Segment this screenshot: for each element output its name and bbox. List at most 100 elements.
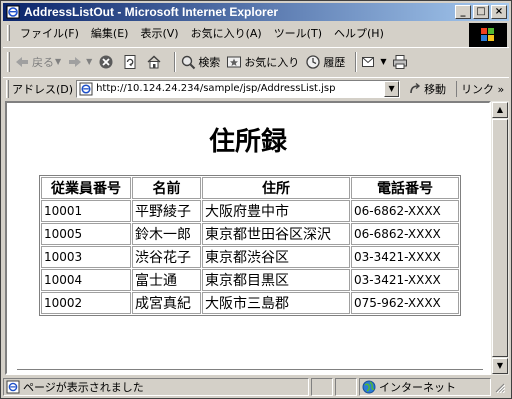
vertical-scrollbar[interactable]: ▲ ▼ [491, 101, 509, 375]
cell-phone: 06-6862-XXXX [351, 200, 459, 222]
forward-button[interactable]: ▼ [67, 54, 92, 70]
home-button[interactable] [146, 54, 164, 70]
scroll-down-button[interactable]: ▼ [492, 358, 508, 374]
menu-edit[interactable]: 編集(E) [85, 25, 135, 41]
page-title: 住所録 [208, 127, 287, 157]
print-button[interactable] [392, 54, 410, 70]
stop-button[interactable] [98, 54, 116, 70]
scroll-thumb[interactable] [492, 119, 508, 357]
links-button[interactable]: リンク » [456, 80, 504, 97]
ie-page-icon [6, 5, 20, 19]
table-header-row: 従業員番号 名前 住所 電話番号 [41, 177, 459, 199]
cell-phone: 06-6862-XXXX [351, 223, 459, 245]
refresh-icon [124, 54, 136, 69]
address-label: アドレス(D) [12, 82, 74, 96]
cell-employee-number: 10004 [41, 269, 131, 291]
go-label: 移動 [424, 82, 447, 96]
window-title: AddressListOut - Microsoft Internet Expl… [24, 5, 279, 19]
address-dropdown-icon[interactable]: ▼ [384, 80, 400, 97]
cell-name: 成宮真紀 [132, 292, 201, 314]
menu-file[interactable]: ファイル(F) [14, 25, 85, 41]
address-table: 従業員番号 名前 住所 電話番号 10001 平野綾子 大阪府豊中市 06-68… [39, 175, 461, 316]
search-label: 検索 [198, 55, 221, 69]
table-row: 10002 成宮真紀 大阪市三島郡 075-962-XXXX [41, 292, 459, 314]
status-bar: ページが表示されました インターネット [3, 377, 509, 397]
favorites-icon [227, 56, 242, 67]
go-button[interactable]: 移動 [408, 81, 446, 97]
back-label: 戻る [32, 55, 54, 69]
table-row: 10001 平野綾子 大阪府豊中市 06-6862-XXXX [41, 200, 459, 222]
cell-phone: 075-962-XXXX [351, 292, 459, 314]
favorites-label: お気に入り [244, 55, 300, 69]
horizontal-rule [17, 369, 483, 371]
status-pane-empty [335, 378, 357, 396]
header-name: 名前 [132, 177, 201, 199]
back-button[interactable]: 戻る ▼ [14, 54, 61, 70]
cell-employee-number: 10005 [41, 223, 131, 245]
toolbar-separator-2 [355, 51, 358, 72]
security-zone-label: インターネット [379, 381, 456, 394]
windows-flag-icon [481, 28, 494, 41]
windows-logo [469, 23, 507, 47]
forward-arrow-icon [69, 56, 82, 67]
minimize-button[interactable]: _ [455, 5, 471, 19]
history-button[interactable]: 履歴 [305, 54, 345, 70]
header-phone: 電話番号 [351, 177, 459, 199]
page-content: 住所録 従業員番号 名前 住所 電話番号 10001 平野綾子 大阪府豊中市 0… [5, 101, 491, 375]
cell-name: 富士通 [132, 269, 201, 291]
history-icon [306, 54, 320, 69]
status-message-pane: ページが表示されました [3, 378, 309, 396]
cell-name: 鈴木一郎 [132, 223, 201, 245]
mail-dropdown-icon[interactable]: ▼ [380, 57, 386, 66]
cell-address: 東京都渋谷区 [202, 246, 350, 268]
address-url: http://10.124.24.234/sample/jsp/AddressL… [96, 83, 336, 94]
menu-view[interactable]: 表示(V) [134, 25, 184, 41]
status-message: ページが表示されました [23, 381, 144, 394]
cell-address: 東京都目黒区 [202, 269, 350, 291]
status-pane-empty [311, 378, 333, 396]
menu-bar: ファイル(F) 編集(E) 表示(V) お気に入り(A) ツール(T) ヘルプ(… [3, 23, 467, 43]
cell-employee-number: 10002 [41, 292, 131, 314]
cell-address: 東京都世田谷区深沢 [202, 223, 350, 245]
menu-favorites[interactable]: お気に入り(A) [185, 25, 268, 41]
address-grip[interactable] [6, 79, 9, 98]
internet-globe-icon [362, 380, 376, 394]
menu-tools[interactable]: ツール(T) [268, 25, 328, 41]
search-icon [182, 55, 196, 69]
resize-grip-icon[interactable] [493, 381, 505, 393]
refresh-button[interactable] [122, 54, 140, 70]
header-employee-number: 従業員番号 [41, 177, 131, 199]
header-address: 住所 [202, 177, 350, 199]
cell-phone: 03-3421-XXXX [351, 246, 459, 268]
cell-phone: 03-3421-XXXX [351, 269, 459, 291]
favorites-button[interactable]: お気に入り [226, 54, 299, 70]
address-input[interactable]: http://10.124.24.234/sample/jsp/AddressL… [76, 79, 401, 98]
mail-button[interactable]: ▼ [361, 54, 386, 70]
maximize-button[interactable]: □ [473, 5, 489, 19]
stop-icon [99, 55, 113, 68]
cell-employee-number: 10003 [41, 246, 131, 268]
address-bar: アドレス(D) http://10.124.24.234/sample/jsp/… [3, 77, 509, 99]
back-dropdown-icon[interactable]: ▼ [55, 57, 61, 66]
page-favicon-icon [79, 82, 93, 95]
cell-employee-number: 10001 [41, 200, 131, 222]
security-zone-pane: インターネット [359, 378, 491, 396]
browser-window: AddressListOut - Microsoft Internet Expl… [0, 0, 512, 399]
table-row: 10004 富士通 東京都目黒区 03-3421-XXXX [41, 269, 459, 291]
menu-help[interactable]: ヘルプ(H) [328, 25, 390, 41]
cell-address: 大阪市三島郡 [202, 292, 350, 314]
toolbar-separator [174, 51, 177, 72]
scroll-up-button[interactable]: ▲ [492, 102, 508, 118]
cell-name: 平野綾子 [132, 200, 201, 222]
cell-name: 渋谷花子 [132, 246, 201, 268]
table-row: 10005 鈴木一郎 東京都世田谷区深沢 06-6862-XXXX [41, 223, 459, 245]
title-bar[interactable]: AddressListOut - Microsoft Internet Expl… [3, 3, 509, 21]
cell-address: 大阪府豊中市 [202, 200, 350, 222]
back-arrow-icon [16, 56, 28, 67]
toolbar-grip[interactable] [7, 51, 10, 72]
forward-dropdown-icon[interactable]: ▼ [86, 57, 92, 66]
go-arrow-icon [410, 82, 421, 93]
search-button[interactable]: 検索 [180, 54, 220, 70]
close-button[interactable]: × [491, 5, 507, 19]
menu-grip[interactable] [7, 25, 10, 41]
